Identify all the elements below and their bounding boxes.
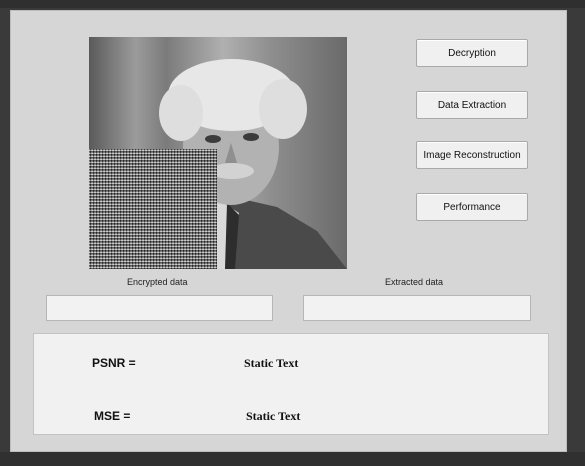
encrypted-data-label: Encrypted data <box>127 277 188 287</box>
performance-panel: PSNR = Static Text MSE = Static Text <box>33 333 549 435</box>
extracted-data-label: Extracted data <box>385 277 444 287</box>
encrypted-data-field[interactable] <box>46 295 273 321</box>
window-top-frame <box>0 0 585 8</box>
data-extraction-button[interactable]: Data Extraction <box>416 91 528 119</box>
image-display <box>89 37 347 269</box>
app-window: Decryption Data Extraction Image Reconst… <box>10 10 567 452</box>
encrypted-noise-block <box>89 149 217 269</box>
decryption-button[interactable]: Decryption <box>416 39 528 67</box>
psnr-label: PSNR = <box>92 356 136 370</box>
psnr-value: Static Text <box>244 356 299 370</box>
mse-label: MSE = <box>94 409 131 423</box>
performance-button[interactable]: Performance <box>416 193 528 221</box>
image-reconstruction-button[interactable]: Image Reconstruction <box>416 141 528 169</box>
window-bottom-frame <box>0 452 585 466</box>
extracted-data-field[interactable] <box>303 295 531 321</box>
mse-value: Static Text <box>246 409 301 423</box>
